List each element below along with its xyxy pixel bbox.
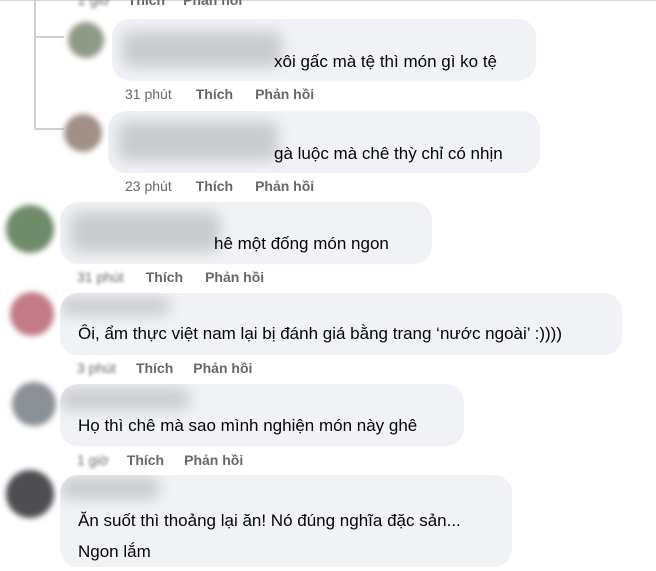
redacted-author [118, 121, 278, 161]
reply-link[interactable]: Phản hồi [205, 269, 264, 285]
thread-connector-branch [34, 128, 64, 130]
comment-actions: 31 phút Thích Phản hồi [125, 86, 314, 102]
reply-link[interactable]: Phản hồi [193, 360, 252, 376]
like-link[interactable]: Thích [196, 178, 233, 194]
comment-actions: 3 phút Thích Phản hồi [77, 360, 252, 376]
like-link[interactable]: Thích [196, 86, 233, 102]
avatar[interactable] [64, 114, 102, 152]
top-comment-actions: 2 giờ Thích Phản hồi [78, 0, 242, 8]
comment-actions: 31 phút Thích Phản hồi [77, 269, 264, 285]
comment-text: Ôi, ẩm thực việt nam lại bị đánh giá bằn… [78, 324, 563, 343]
avatar[interactable] [6, 470, 54, 518]
avatar[interactable] [10, 292, 54, 336]
reply-link[interactable]: Phản hồi [255, 86, 314, 102]
comment-bubble: Họ thì chê mà sao mình nghiện món này gh… [60, 384, 464, 446]
comment-bubble: hê một đống món ngon [60, 202, 432, 264]
avatar[interactable] [68, 22, 104, 58]
avatar[interactable] [6, 205, 54, 253]
comment-time[interactable]: 23 phút [125, 178, 172, 194]
comment-text: xôi gấc mà tệ thì món gì ko tệ [274, 52, 498, 71]
comment-time: 2 giờ [78, 0, 110, 8]
reply-link[interactable]: Phản hồi [183, 0, 242, 8]
comment-bubble: xôi gấc mà tệ thì món gì ko tệ [112, 19, 536, 81]
comment-time[interactable]: 31 phút [77, 269, 124, 285]
comment-thread: 2 giờ Thích Phản hồi xôi gấc mà tệ thì m… [0, 0, 656, 571]
comment-time[interactable]: 31 phút [125, 86, 172, 102]
like-link[interactable]: Thích [136, 360, 173, 376]
comment-time[interactable]: 3 phút [77, 360, 116, 376]
like-link[interactable]: Thích [146, 269, 183, 285]
redacted-author [70, 212, 220, 252]
comment-text: hê một đống món ngon [214, 234, 389, 253]
comment-bubble: gà luộc mà chê thỳ chỉ có nhịn [108, 111, 540, 173]
like-link[interactable]: Thích [128, 0, 165, 8]
redacted-author [60, 388, 190, 410]
reply-link[interactable]: Phản hồi [184, 452, 243, 468]
reply-link[interactable]: Phản hồi [255, 178, 314, 194]
comment-bubble: Ôi, ẩm thực việt nam lại bị đánh giá bằn… [60, 293, 622, 355]
comment-text-line-2: Ngon lắm [78, 542, 151, 561]
redacted-author [122, 31, 282, 67]
comment-bubble: Ăn suốt thì thoảng lại ăn! Nó đúng nghĩa… [60, 475, 512, 567]
comment-time[interactable]: 1 giờ [77, 452, 109, 468]
avatar[interactable] [12, 382, 56, 426]
comment-text: Họ thì chê mà sao mình nghiện món này gh… [78, 416, 418, 435]
thread-connector-branch [34, 36, 64, 38]
comment-actions: 1 giờ Thích Phản hồi [77, 452, 243, 468]
comment-text: gà luộc mà chê thỳ chỉ có nhịn [274, 144, 503, 163]
redacted-author [60, 297, 170, 315]
comment-actions: 23 phút Thích Phản hồi [125, 178, 314, 194]
redacted-author [60, 477, 160, 499]
like-link[interactable]: Thích [127, 452, 164, 468]
thread-connector [34, 0, 36, 130]
comment-text-line-1: Ăn suốt thì thoảng lại ăn! Nó đúng nghĩa… [78, 511, 461, 530]
